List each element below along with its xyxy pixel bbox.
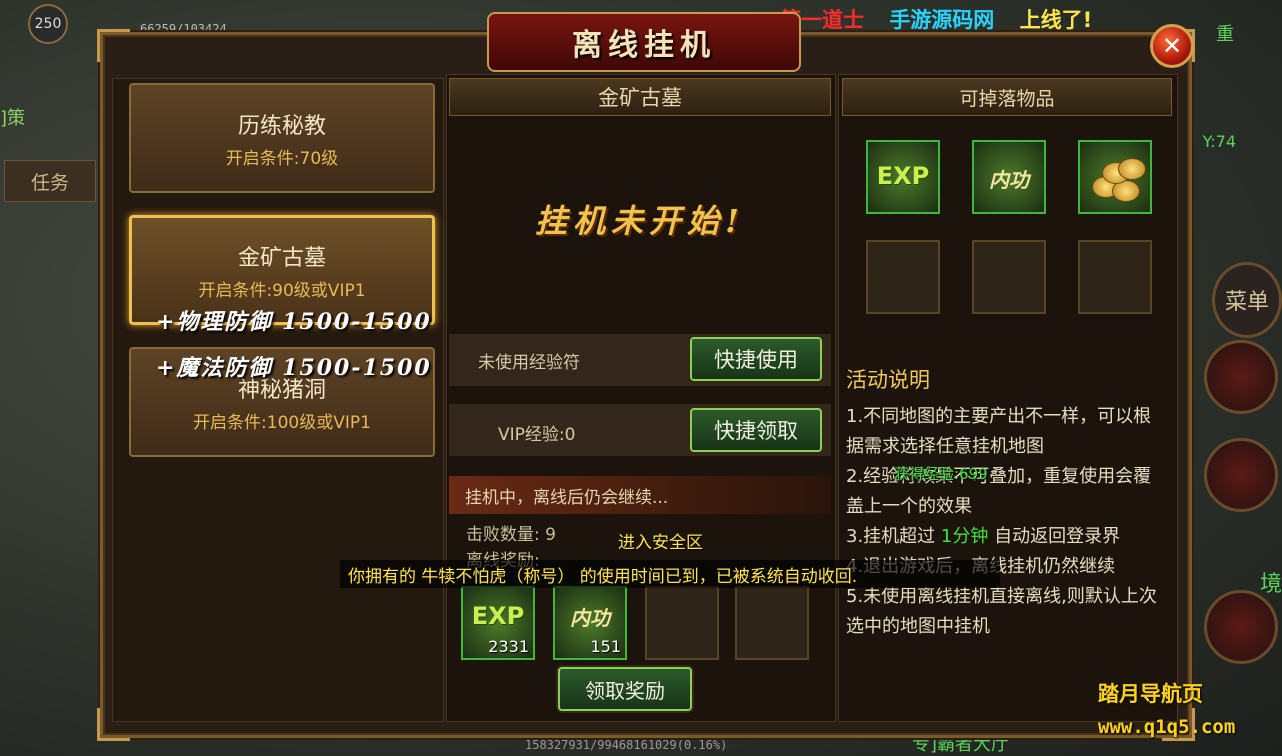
reward-slot-empty bbox=[645, 586, 719, 660]
reward-slot-empty bbox=[735, 586, 809, 660]
afk-status-bar: 挂机中，离线后仍会继续... bbox=[449, 476, 831, 514]
task-button[interactable]: 任务 bbox=[4, 160, 96, 202]
map-item-lilian[interactable]: 历练秘教 开启条件:70级 bbox=[129, 83, 435, 193]
watermark-url: www.q1q5.com bbox=[1098, 716, 1236, 738]
selected-map-header: 金矿古墓 bbox=[449, 78, 831, 116]
activity-description: 1.不同地图的主要产出不一样，可以根据需求选择任意挂机地图 2.经验符效果不可叠… bbox=[846, 402, 1166, 642]
coordinate-readout: Y:74 bbox=[1202, 132, 1236, 151]
map-name: 历练秘教 bbox=[237, 113, 326, 139]
panel-title: 离线挂机 bbox=[487, 12, 801, 72]
reward-slot-neigong[interactable]: 内功 151 bbox=[553, 586, 627, 660]
reward-count: 151 bbox=[590, 637, 621, 656]
drop-slot-empty bbox=[1078, 240, 1152, 314]
drop-slot-neigong[interactable]: 内功 bbox=[972, 140, 1046, 214]
skill-orb[interactable] bbox=[1204, 340, 1278, 414]
menu-button[interactable]: 菜单 bbox=[1212, 262, 1282, 338]
hud-edge-label: 境 bbox=[1259, 572, 1282, 597]
map-condition: 开启条件:90级或VIP1 bbox=[198, 280, 366, 301]
broadcast-part: 手游源码网 bbox=[889, 8, 995, 32]
reward-count: 2331 bbox=[488, 637, 529, 656]
neigong-icon: 内功 bbox=[570, 606, 610, 630]
map-condition: 开启条件:70级 bbox=[225, 148, 339, 169]
exp-gain-popup: 获得经验:699 bbox=[894, 465, 988, 483]
system-message: 你拥有的 牛犊不怕虎（称号） 的使用时间已到，已被系统自动收回. bbox=[340, 560, 1000, 588]
map-list: 历练秘教 开启条件:70级 金矿古墓 开启条件:90级或VIP1 神秘猪洞 开启… bbox=[112, 78, 444, 722]
vip-exp-label: VIP经验:0 bbox=[498, 425, 576, 445]
watermark: 踏月导航页 www.q1q5.com bbox=[1098, 678, 1235, 738]
panel-corner-ornament bbox=[97, 29, 130, 62]
magic-defense-popup: +魔法防御 1500-1500 bbox=[156, 355, 432, 381]
exp-readout: 158327931/99468161029(0.16%) bbox=[525, 738, 728, 752]
kill-count: 击败数量: 9 bbox=[466, 525, 556, 545]
level-badge: 250 bbox=[28, 4, 68, 44]
desc-line: 3.挂机超过 1分钟 自动返回登录界 bbox=[846, 526, 1121, 547]
activity-description-title: 活动说明 bbox=[846, 368, 930, 392]
hud-left-label: ]策 bbox=[0, 108, 26, 129]
broadcast-banner: 第一道士 手游源码网 上线了! bbox=[780, 4, 1110, 34]
quick-claim-button[interactable]: 快捷领取 bbox=[690, 408, 822, 452]
skill-orb[interactable] bbox=[1204, 590, 1278, 664]
drop-slot-exp[interactable]: EXP bbox=[866, 140, 940, 214]
exp-scroll-label: 未使用经验符 bbox=[478, 353, 580, 373]
watermark-title: 踏月导航页 bbox=[1098, 682, 1203, 706]
safe-zone-notice: 进入安全区 bbox=[618, 533, 703, 553]
desc-line: 5.未使用离线挂机直接离线,则默认上次选中的地图中挂机 bbox=[846, 586, 1157, 637]
exp-icon: EXP bbox=[876, 162, 930, 190]
highlight-duration: 1分钟 bbox=[940, 526, 989, 547]
gold-coins-icon bbox=[1090, 154, 1146, 204]
neigong-icon: 内功 bbox=[989, 168, 1029, 192]
drop-slot-empty bbox=[972, 240, 1046, 314]
desc-line: 1.不同地图的主要产出不一样，可以根据需求选择任意挂机地图 bbox=[846, 406, 1152, 457]
reward-slot-exp[interactable]: EXP 2331 bbox=[461, 586, 535, 660]
quick-use-button[interactable]: 快捷使用 bbox=[690, 337, 822, 381]
coin-shape bbox=[1118, 158, 1146, 180]
claim-reward-button[interactable]: 领取奖励 bbox=[558, 667, 692, 711]
drop-slot-gold[interactable] bbox=[1078, 140, 1152, 214]
drops-header: 可掉落物品 bbox=[842, 78, 1172, 116]
skill-orb[interactable] bbox=[1204, 438, 1278, 512]
physical-defense-popup: +物理防御 1500-1500 bbox=[156, 309, 432, 335]
map-condition: 开启条件:100级或VIP1 bbox=[193, 412, 371, 433]
close-button[interactable]: ✕ bbox=[1150, 24, 1194, 68]
exp-icon: EXP bbox=[471, 602, 525, 630]
drop-slot-empty bbox=[866, 240, 940, 314]
afk-not-started-text: 挂机未开始! bbox=[534, 202, 746, 240]
broadcast-part: 上线了! bbox=[1019, 8, 1093, 32]
hud-right-label: 重 bbox=[1216, 24, 1234, 45]
map-name: 金矿古墓 bbox=[237, 245, 326, 271]
close-icon: ✕ bbox=[1161, 32, 1183, 60]
